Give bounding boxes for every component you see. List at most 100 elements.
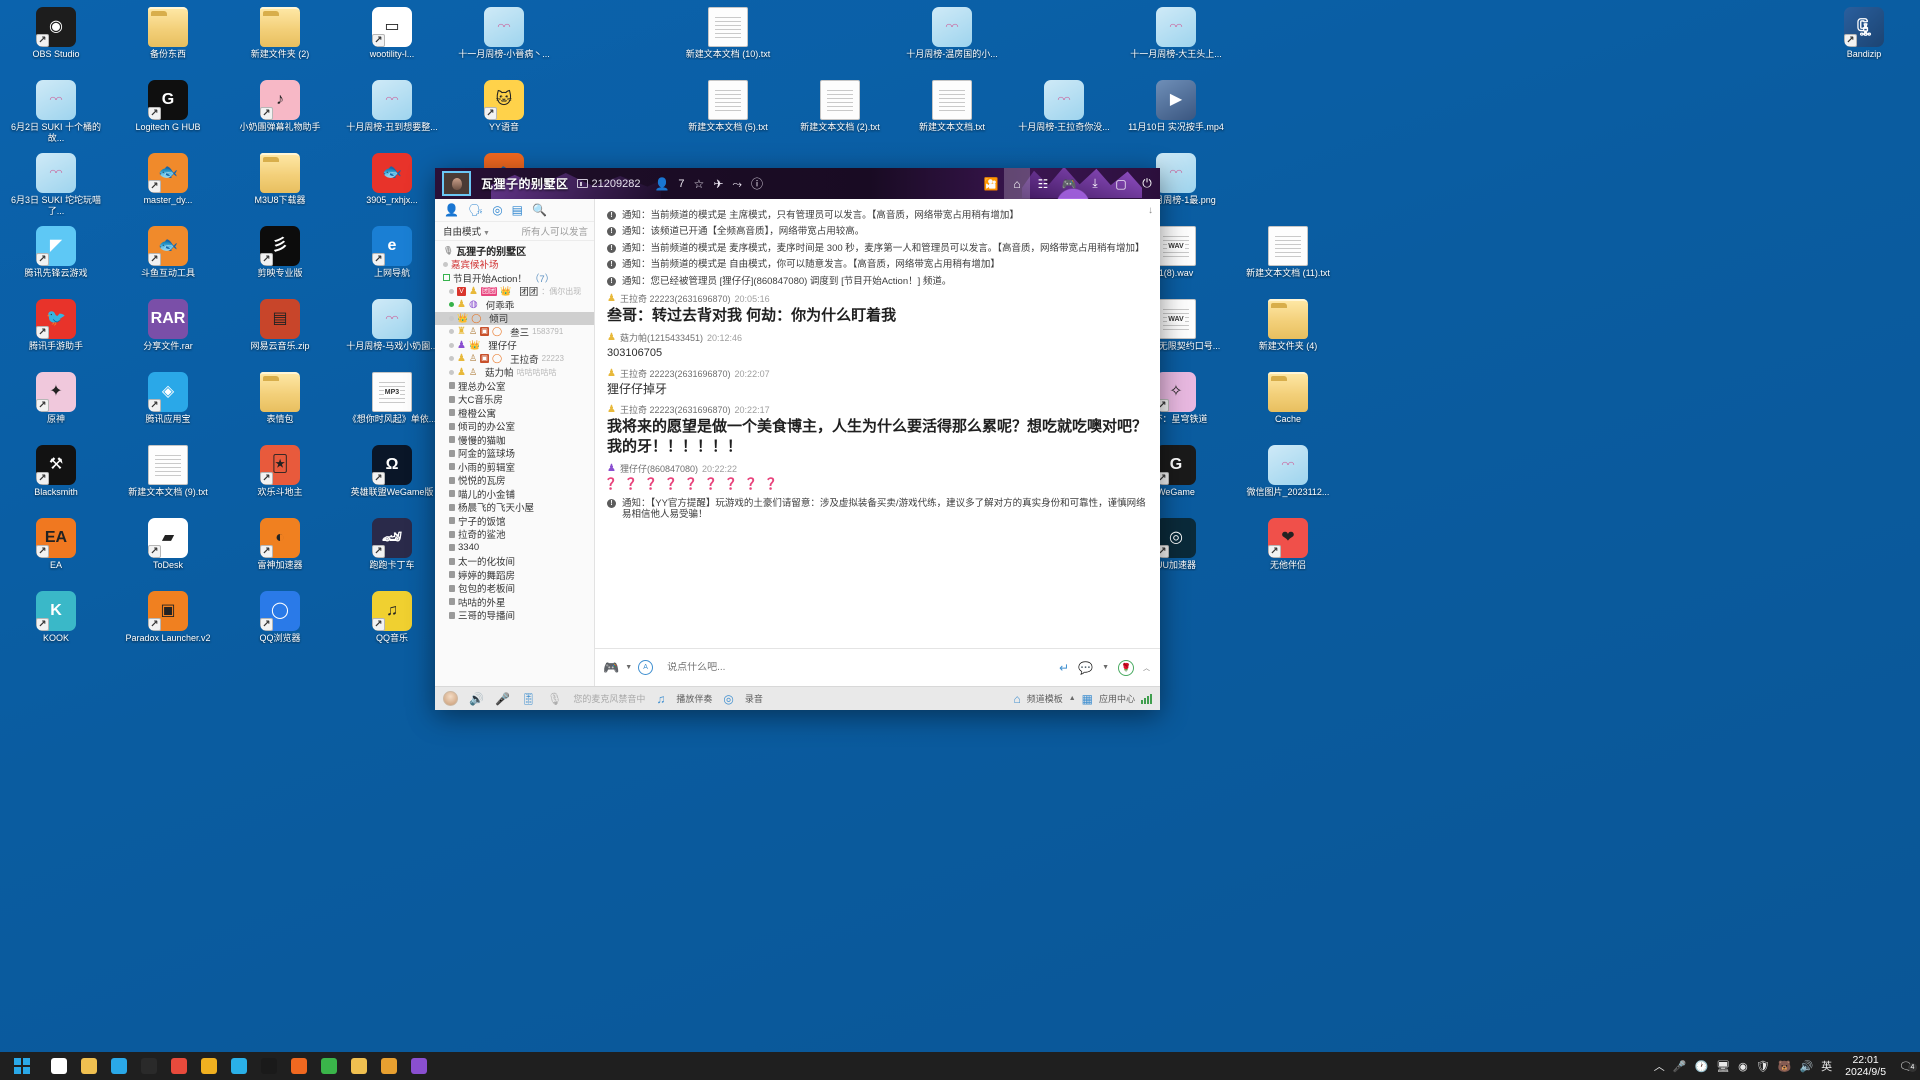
channel-row[interactable]: 慢慢的猫咖 [435, 433, 594, 447]
desktop-icon[interactable]: ▣ ↗ Paradox Launcher.v2 [112, 588, 224, 661]
desktop-icon[interactable]: ▭ ↗ wootility-l... [336, 4, 448, 77]
gamepad-icon[interactable]: 🎮 [603, 661, 619, 674]
shield-icon[interactable]: 🛡 [1753, 1060, 1773, 1073]
desktop-icon[interactable]: MP3 《想你时风起》单依... [336, 369, 448, 442]
channel-row[interactable]: 狸总办公室 [435, 379, 594, 393]
desktop-icon[interactable]: e ↗ 上网导航 [336, 223, 448, 296]
desktop-icon[interactable]: Ω ↗ 英雄联盟WeGame版 [336, 442, 448, 515]
app-icon[interactable] [404, 1052, 434, 1080]
desktop-icon[interactable]: ◠◠ 十月周榜-王拉奇你没... [1008, 77, 1120, 150]
desktop-icon-bandizip[interactable]: 🗜 ↗ Bandizip [1828, 4, 1900, 77]
desktop-icon[interactable]: ◠◠ 微信图片_2023112... [1232, 442, 1344, 515]
channel-user-row[interactable]: ♟ 👑 狸仔仔 [435, 339, 594, 352]
mode-dropdown[interactable]: 自由模式 ▼ [443, 224, 490, 238]
desktop-icon[interactable]: 新建文本文档 (11).txt [1232, 223, 1344, 296]
window-title-bar[interactable]: 瓦狸子的别墅区 21209282 👤 7 ☆ ✈ ⤳ ⓘ 🎦 ⌂ ☷ 🎮 ⤓ ▢… [435, 168, 1160, 199]
app-center-icon[interactable]: ▦ [1082, 693, 1093, 705]
avatar[interactable] [443, 691, 458, 706]
channel-row[interactable]: 喵儿的小金铺 [435, 487, 594, 501]
desktop-icon[interactable]: ◠◠ 十月周榜-马戏小奶園... [336, 296, 448, 369]
play-accompaniment-label[interactable]: 播放伴奏 [676, 692, 712, 705]
desktop-icon[interactable]: ▰ ↗ ToDesk [112, 515, 224, 588]
desktop-icon[interactable]: 新建文本文档 (9).txt [112, 442, 224, 515]
ime-indicator[interactable]: 英 [1818, 1058, 1835, 1074]
home-icon[interactable]: ⌂ [1004, 168, 1030, 199]
desktop-icon[interactable]: 新建文本文档 (2).txt [784, 77, 896, 150]
chevron-up-icon[interactable]: ︿ [1143, 663, 1150, 673]
douyu-icon[interactable] [284, 1052, 314, 1080]
chat-bubble-icon[interactable]: 💬 [1078, 661, 1093, 675]
message-list[interactable]: ! 通知：当前频道的模式是 主席模式，只有管理员可以发言。【高音质，网络带宽占用稍… [595, 199, 1160, 648]
location-icon[interactable]: ◎ [492, 204, 502, 216]
desktop-icon[interactable]: ◯ ↗ QQ浏览器 [224, 588, 336, 661]
channel-row[interactable]: 拉奇的鲨池 [435, 528, 594, 541]
desktop-icon[interactable]: ◐ ↗ 雷神加速器 [224, 515, 336, 588]
channel-user-row[interactable]: V ♟ 团团 👑 团团 ：偶尔出现 [435, 285, 594, 298]
channel-row[interactable]: 小雨的剪辑室 [435, 460, 594, 474]
wegame-icon[interactable] [254, 1052, 284, 1080]
chevron-down-icon[interactable]: ▼ [1102, 664, 1109, 671]
record-label[interactable]: 录音 [745, 692, 763, 705]
channel-row[interactable]: 阿金的篮球场 [435, 447, 594, 460]
channel-row[interactable]: 包包的老板间 [435, 582, 594, 595]
channel-user-row[interactable]: 👑 ◯ 倾司 [435, 311, 594, 325]
channel-user-row[interactable]: ♟ ♙ 菇力帕 咕咕咕咕咕 [435, 366, 594, 379]
desktop-icon[interactable]: 🐟 3905_rxhjx... [336, 150, 448, 223]
steam-icon[interactable]: ◉ [1735, 1060, 1751, 1073]
channel-row[interactable]: 橙橙公寓 [435, 406, 594, 420]
contacts-icon[interactable]: 👤 [444, 204, 459, 216]
video-icon[interactable]: 🎦 [978, 168, 1004, 199]
system-tray[interactable]: ︿ 🎤 🕐 🖥 ◉ 🛡 🐻 🔊 英 22:01 2024/9/5 🗨 4 [1651, 1052, 1920, 1080]
desktop-icon[interactable]: 新建文件夹 (2) [224, 4, 336, 77]
desktop-icon[interactable]: 表情包 [224, 369, 336, 442]
channel-user-row[interactable]: ♜ ♙ ▣ ◯ 叁三 1583791 [435, 325, 594, 339]
desktop-icon[interactable]: K ↗ KOOK [0, 588, 112, 661]
desktop-icon[interactable]: Cache [1232, 369, 1344, 442]
channel-template-label[interactable]: 频道模板 [1027, 692, 1063, 705]
plane-icon[interactable]: ✈ [713, 178, 723, 190]
qq-icon[interactable] [224, 1052, 254, 1080]
channel-row[interactable]: 太一的化妆间 [435, 555, 594, 568]
info-icon[interactable]: ⓘ [751, 178, 763, 190]
music-note-icon[interactable]: ♫ [656, 693, 665, 705]
audio-mixer-icon[interactable]: 🎚 [521, 693, 536, 705]
yy-voice-window[interactable]: 瓦狸子的别墅区 21209282 👤 7 ☆ ✈ ⤳ ⓘ 🎦 ⌂ ☷ 🎮 ⤓ ▢… [435, 168, 1160, 710]
desktop-icon[interactable]: ▶ 11月10日 实况按手.mp4 [1120, 77, 1232, 150]
power-icon[interactable]: ⏻ [1134, 168, 1160, 199]
desktop-icon[interactable]: 新建文本文档.txt [896, 77, 1008, 150]
desktop-icon[interactable]: 🐱 ↗ YY语音 [448, 77, 560, 150]
channel-avatar[interactable] [442, 171, 471, 196]
desktop-icon[interactable]: 🐟 ↗ master_dy... [112, 150, 224, 223]
channel-row[interactable]: 3340 [435, 541, 594, 555]
channel-row[interactable]: 悦悦的瓦房 [435, 474, 594, 487]
people-icon[interactable]: 👤 [654, 178, 669, 190]
desktop-icon[interactable]: 🏎 ↗ 跑跑卡丁车 [336, 515, 448, 588]
windows-start-icon[interactable] [0, 1052, 44, 1080]
channel-user-row[interactable]: ♟ ♙ ▣ ◯ 王拉奇 22223 [435, 352, 594, 366]
microphone-muted-icon[interactable]: 🎤 [495, 693, 510, 705]
speaker-icon[interactable]: 🔊 [469, 693, 484, 705]
desktop-icon[interactable]: ❤ ↗ 无他伴侣 [1232, 515, 1344, 588]
maximize-icon[interactable]: ▢ [1108, 168, 1134, 199]
voice-toolbar[interactable]: 🔊 🎤 🎚 🎙 您的麦克风禁音中 ♫ 播放伴奏 ◎ 录音 ⌂ 频道模板 ▲ ▦ … [435, 686, 1160, 710]
desktop-icon[interactable]: 🃏 ↗ 欢乐斗地主 [224, 442, 336, 515]
chevron-down-icon[interactable]: ▼ [625, 664, 632, 671]
channel-row[interactable]: 婷婷的舞蹈房 [435, 568, 594, 582]
desktop-icon[interactable]: ◉ ↗ OBS Studio [0, 4, 112, 77]
desktop-icon[interactable]: ✦ ↗ 原神 [0, 369, 112, 442]
volume-icon[interactable]: 🔊 [1796, 1060, 1816, 1073]
search-icon[interactable]: 🔍 [532, 204, 547, 216]
microphone-icon[interactable]: 🎤 [1670, 1060, 1690, 1073]
desktop-icon[interactable]: 新建文本文档 (10).txt [672, 4, 784, 77]
board-icon[interactable]: ▤ [512, 204, 523, 216]
chat-author[interactable]: 王拉奇 22223(2631696870) [620, 403, 731, 416]
channel-row[interactable]: 三哥的导播间 [435, 609, 594, 622]
record-icon[interactable]: ◎ [723, 693, 733, 705]
chat-author[interactable]: 王拉奇 22223(2631696870) [620, 292, 731, 305]
message-input[interactable] [659, 662, 1054, 673]
search-icon[interactable] [44, 1052, 74, 1080]
desktop-icon[interactable]: ◠◠ 6月2日 SUKI 十个桶的故... [0, 77, 112, 150]
folder-icon[interactable] [344, 1052, 374, 1080]
channel-row[interactable]: 宁子的饭馆 [435, 514, 594, 528]
chrome-icon[interactable] [164, 1052, 194, 1080]
